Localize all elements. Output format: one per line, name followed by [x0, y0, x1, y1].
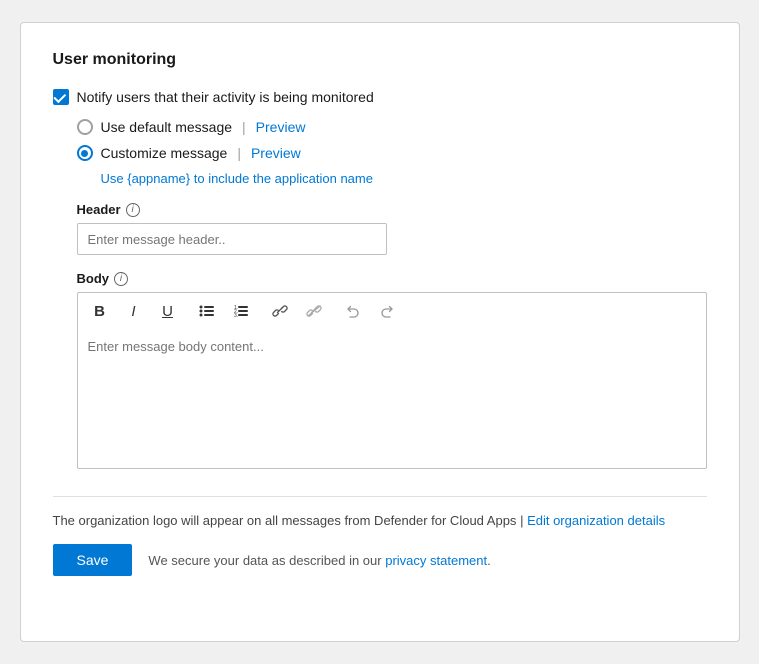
notify-checkbox[interactable] — [53, 89, 69, 105]
notify-label: Notify users that their activity is bein… — [77, 89, 374, 105]
footer-bar: The organization logo will appear on all… — [53, 496, 707, 528]
body-info-icon: i — [114, 272, 128, 286]
underline-button[interactable]: U — [152, 297, 184, 325]
unlink-button[interactable] — [298, 297, 330, 325]
use-default-radio[interactable] — [77, 119, 93, 135]
link-button[interactable] — [264, 297, 296, 325]
bullet-list-button[interactable] — [191, 297, 223, 325]
customize-row: Customize message | Preview — [77, 145, 707, 161]
undo-button[interactable] — [337, 297, 369, 325]
bottom-row: Save We secure your data as described in… — [53, 544, 707, 576]
body-label: Body i — [77, 271, 707, 286]
customize-pipe: | — [237, 145, 241, 161]
notify-row: Notify users that their activity is bein… — [53, 89, 707, 105]
privacy-link[interactable]: privacy statement — [385, 553, 487, 568]
footer-logo-text: The organization logo will appear on all… — [53, 513, 517, 528]
bold-button[interactable]: B — [84, 297, 116, 325]
use-default-preview-link[interactable]: Preview — [256, 119, 306, 135]
toolbar-sep-3 — [333, 301, 334, 321]
customize-label: Customize message — [101, 145, 228, 161]
footer-pipe: | — [520, 513, 527, 528]
header-info-icon: i — [126, 203, 140, 217]
toolbar-sep-1 — [187, 301, 188, 321]
use-default-pipe: | — [242, 119, 246, 135]
ordered-list-button[interactable]: 1. 2. 3. — [225, 297, 257, 325]
header-label: Header i — [77, 202, 707, 217]
customize-radio[interactable] — [77, 145, 93, 161]
toolbar-sep-2 — [260, 301, 261, 321]
italic-button[interactable]: I — [118, 297, 150, 325]
body-textarea[interactable] — [77, 329, 707, 469]
radio-options: Use default message | Preview Customize … — [77, 119, 707, 186]
appname-hint: Use {appname} to include the application… — [101, 171, 707, 186]
edit-org-link[interactable]: Edit organization details — [527, 513, 665, 528]
header-section: Header i Body i B I U — [77, 202, 707, 472]
header-input[interactable] — [77, 223, 387, 255]
svg-text:3.: 3. — [234, 313, 238, 318]
body-toolbar: B I U 1. 2. 3. — [77, 292, 707, 329]
customize-preview-link[interactable]: Preview — [251, 145, 301, 161]
save-button[interactable]: Save — [53, 544, 133, 576]
use-default-label: Use default message — [101, 119, 233, 135]
privacy-text: We secure your data as described in our … — [148, 553, 490, 568]
redo-button[interactable] — [371, 297, 403, 325]
main-card: User monitoring Notify users that their … — [20, 22, 740, 642]
page-title: User monitoring — [53, 51, 707, 69]
use-default-row: Use default message | Preview — [77, 119, 707, 135]
